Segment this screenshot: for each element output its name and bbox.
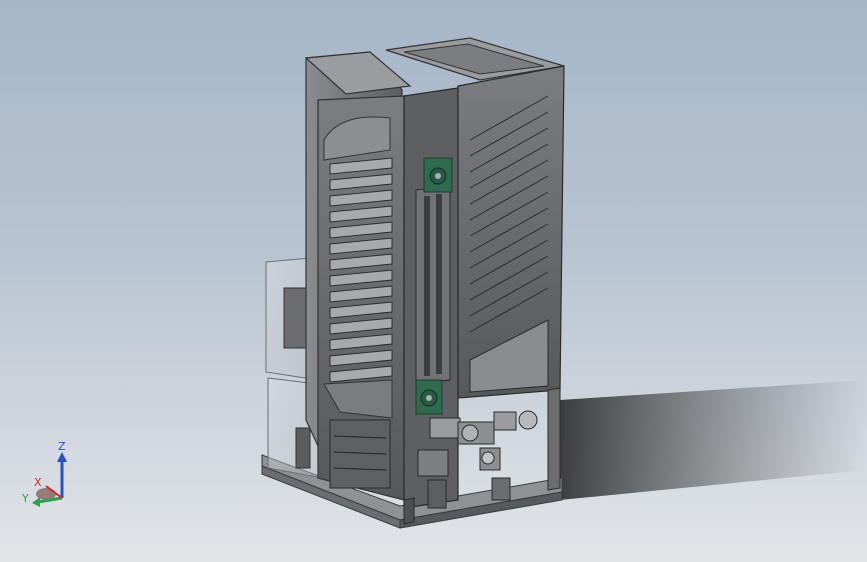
y-axis-arrow bbox=[32, 497, 40, 507]
bearing-bottom bbox=[415, 379, 443, 415]
bearing-top bbox=[423, 157, 453, 193]
rear-frame-leg bbox=[403, 497, 415, 525]
z-axis-label: Z bbox=[58, 440, 66, 453]
3d-model-assembly[interactable] bbox=[0, 0, 867, 562]
valve-left bbox=[295, 427, 311, 469]
y-axis-label: Y bbox=[21, 492, 29, 505]
x-axis-label: X bbox=[34, 476, 42, 489]
z-axis-arrow bbox=[57, 452, 67, 462]
right-frame-leg bbox=[547, 387, 561, 491]
graphics-viewport[interactable]: Z X Y bbox=[0, 0, 867, 562]
conveyor-rail bbox=[415, 185, 451, 385]
floor-shadow bbox=[560, 380, 867, 500]
coordinate-triad: Z X Y bbox=[21, 440, 67, 507]
